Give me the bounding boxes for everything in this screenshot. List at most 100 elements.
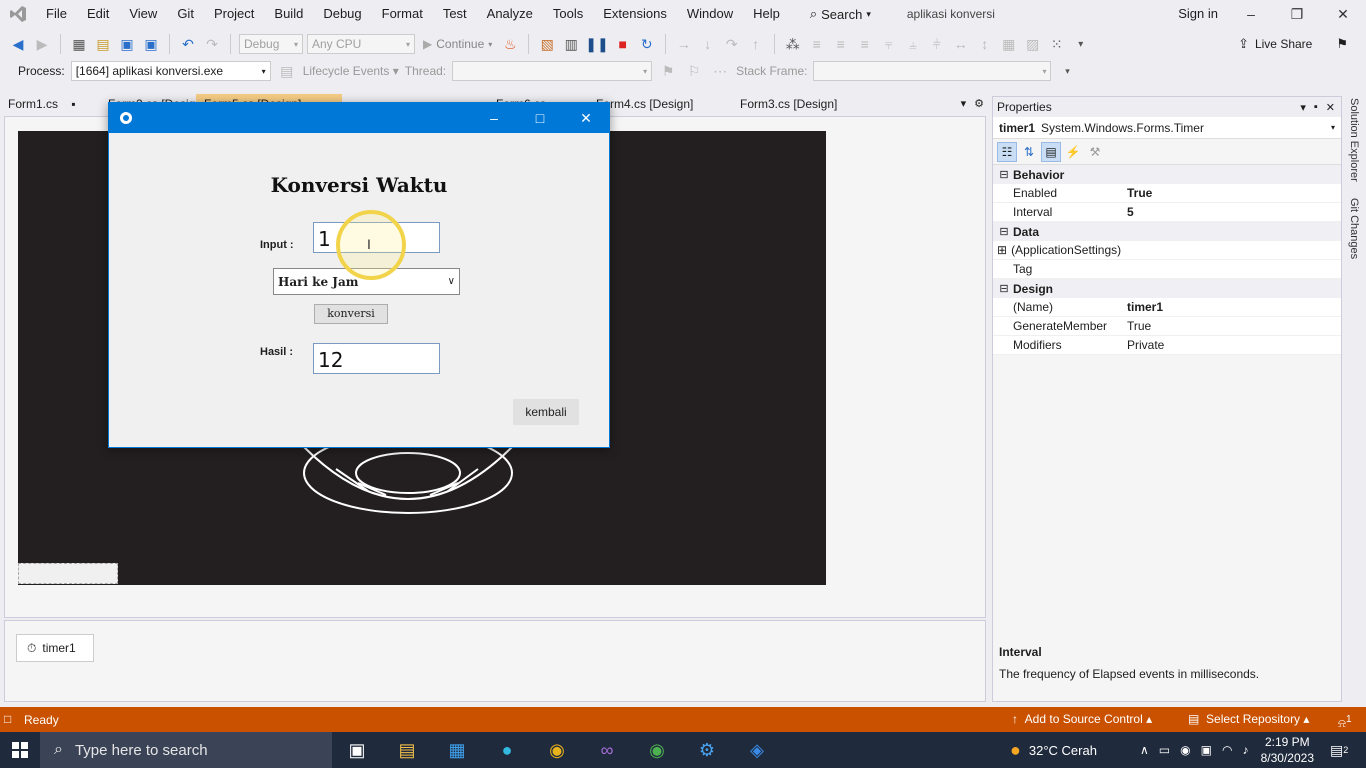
step-over-icon[interactable]: ↷ xyxy=(722,33,742,55)
menu-view[interactable]: View xyxy=(119,0,167,28)
network-icon[interactable]: ▭ xyxy=(1159,743,1170,757)
lifecycle-events-dropdown[interactable]: Lifecycle Events ▾ xyxy=(303,64,399,78)
tab-form3-design[interactable]: Form3.cs [Design] xyxy=(732,94,874,114)
toolbar-overflow-icon[interactable]: ▾ xyxy=(1057,60,1077,82)
flag-icon[interactable]: ⚑ xyxy=(658,60,678,82)
output-icon[interactable]: □ xyxy=(4,712,11,726)
spacing-icon[interactable]: ↔ xyxy=(951,33,971,55)
align-middle-icon[interactable]: ⫨ xyxy=(903,33,923,55)
property-row[interactable]: (Name) timer1 xyxy=(993,298,1341,317)
restart-icon[interactable]: ↻ xyxy=(637,33,657,55)
hot-reload-icon[interactable]: ♨ xyxy=(500,33,520,55)
back-button[interactable]: kembali xyxy=(513,399,579,425)
chrome-icon[interactable]: ◉ xyxy=(532,732,582,768)
menu-build[interactable]: Build xyxy=(264,0,313,28)
clock[interactable]: 2:19 PM 8/30/2023 xyxy=(1261,734,1314,766)
property-row[interactable]: Modifiers Private xyxy=(993,336,1341,355)
open-folder-icon[interactable]: ▤ xyxy=(93,33,113,55)
restore-button[interactable]: ❐ xyxy=(1274,0,1320,28)
back-icon[interactable]: ◀ xyxy=(8,33,28,55)
feedback-icon[interactable]: ⚑ xyxy=(1336,36,1348,52)
align-right-icon[interactable]: ≡ xyxy=(855,33,875,55)
action-center-button[interactable]: ▤ 2 xyxy=(1330,732,1348,768)
pin-icon[interactable]: ▪ xyxy=(71,97,75,111)
categorized-icon[interactable]: ☷ xyxy=(997,141,1017,162)
grid-icon[interactable]: ▦ xyxy=(999,33,1019,55)
tab-order-icon[interactable]: ⁙ xyxy=(1047,33,1067,55)
property-row[interactable]: ⊞ (ApplicationSettings) xyxy=(993,241,1341,260)
menu-edit[interactable]: Edit xyxy=(77,0,119,28)
menu-tools[interactable]: Tools xyxy=(543,0,593,28)
properties-icon[interactable]: ▤ xyxy=(1041,141,1061,162)
property-row[interactable]: GenerateMember True xyxy=(993,317,1341,336)
close-button[interactable]: ✕ xyxy=(1320,0,1366,28)
redo-icon[interactable]: ↷ xyxy=(202,33,222,55)
save-all-icon[interactable]: ▣ xyxy=(141,33,161,55)
app-close-button[interactable]: ✕ xyxy=(563,103,609,133)
tab-list-dropdown-icon[interactable]: ▾ xyxy=(961,94,967,114)
menu-window[interactable]: Window xyxy=(677,0,743,28)
align-top-icon[interactable]: ⫧ xyxy=(879,33,899,55)
meet-now-icon[interactable]: ▣ xyxy=(1201,743,1212,757)
layout-icon[interactable]: ▥ xyxy=(561,33,581,55)
volume-icon[interactable]: ♪ xyxy=(1242,743,1248,757)
save-icon[interactable]: ▣ xyxy=(117,33,137,55)
chrome-profile-icon[interactable]: ◉ xyxy=(632,732,682,768)
align-bottom-icon[interactable]: ⫩ xyxy=(927,33,947,55)
microsoft-store-icon[interactable]: ▦ xyxy=(432,732,482,768)
wifi-icon[interactable]: ◠ xyxy=(1222,743,1232,757)
tab-form1-cs[interactable]: Form1.cs ▪ xyxy=(0,94,100,114)
order-icon[interactable]: ▨ xyxy=(1023,33,1043,55)
app-title-bar[interactable]: – □ ✕ xyxy=(109,103,609,133)
size-icon[interactable]: ↕ xyxy=(975,33,995,55)
property-row[interactable]: Tag xyxy=(993,260,1341,279)
platform-dropdown[interactable]: Any CPU ▾ xyxy=(307,34,415,54)
menu-git[interactable]: Git xyxy=(167,0,204,28)
app-maximize-button[interactable]: □ xyxy=(517,103,563,133)
designer-control-placeholder[interactable] xyxy=(18,563,118,584)
menu-project[interactable]: Project xyxy=(204,0,264,28)
menu-debug[interactable]: Debug xyxy=(313,0,371,28)
property-value[interactable]: True xyxy=(1111,319,1151,333)
show-next-statement-icon[interactable]: → xyxy=(674,33,694,55)
new-project-icon[interactable]: ▦ xyxy=(69,33,89,55)
events-lightning-icon[interactable]: ⚡ xyxy=(1063,142,1083,162)
align-center-icon[interactable]: ≡ xyxy=(831,33,851,55)
collapse-icon[interactable]: ⊟ xyxy=(997,168,1011,181)
step-out-icon[interactable]: ↑ xyxy=(746,33,766,55)
category-design[interactable]: ⊟ Design xyxy=(993,279,1341,298)
align-left-icon[interactable]: ≡ xyxy=(807,33,827,55)
stop-icon[interactable]: ■ xyxy=(613,33,633,55)
camera-icon[interactable]: ◉ xyxy=(1180,743,1190,757)
tab-solution-explorer[interactable]: Solution Explorer xyxy=(1348,98,1360,182)
tray-overflow-icon[interactable]: ∧ xyxy=(1140,743,1149,757)
category-behavior[interactable]: ⊟ Behavior xyxy=(993,165,1341,184)
settings-gear-icon[interactable]: ⚙ xyxy=(974,94,984,114)
menu-file[interactable]: File xyxy=(36,0,77,28)
collapse-icon[interactable]: ⊟ xyxy=(997,282,1011,295)
convert-button[interactable]: konversi xyxy=(314,304,388,324)
alphabetical-icon[interactable]: ⇅ xyxy=(1019,142,1039,162)
panel-dropdown-icon[interactable]: ▾ xyxy=(1300,101,1306,114)
visual-studio-icon[interactable]: ∞ xyxy=(582,732,632,768)
app-icon-blue[interactable]: ⚙ xyxy=(682,732,732,768)
browse-icon[interactable]: ▧ xyxy=(537,33,557,55)
close-panel-icon[interactable]: ✕ xyxy=(1326,101,1335,114)
tab-git-changes[interactable]: Git Changes xyxy=(1348,198,1360,259)
menu-format[interactable]: Format xyxy=(372,0,433,28)
start-button[interactable] xyxy=(0,732,40,768)
live-share-button[interactable]: ⇪ Live Share ⚑ xyxy=(1238,36,1366,52)
overflow-icon[interactable]: ▾ xyxy=(1071,33,1091,55)
add-to-source-control-button[interactable]: ↑ Add to Source Control ▴ xyxy=(1012,707,1152,732)
menu-analyze[interactable]: Analyze xyxy=(477,0,543,28)
step-into-icon[interactable]: ↓ xyxy=(698,33,718,55)
flag-threads-icon[interactable]: ⚐ xyxy=(684,60,704,82)
file-explorer-icon[interactable]: ▤ xyxy=(382,732,432,768)
configuration-dropdown[interactable]: Debug ▾ xyxy=(239,34,303,54)
process-dropdown[interactable]: [1664] aplikasi konversi.exe ▾ xyxy=(70,61,271,81)
undo-icon[interactable]: ↶ xyxy=(178,33,198,55)
select-repository-button[interactable]: ▤ Select Repository ▴ xyxy=(1188,707,1309,732)
menu-help[interactable]: Help xyxy=(743,0,790,28)
property-value[interactable]: timer1 xyxy=(1111,300,1163,314)
result-field[interactable]: 12 xyxy=(313,343,440,374)
